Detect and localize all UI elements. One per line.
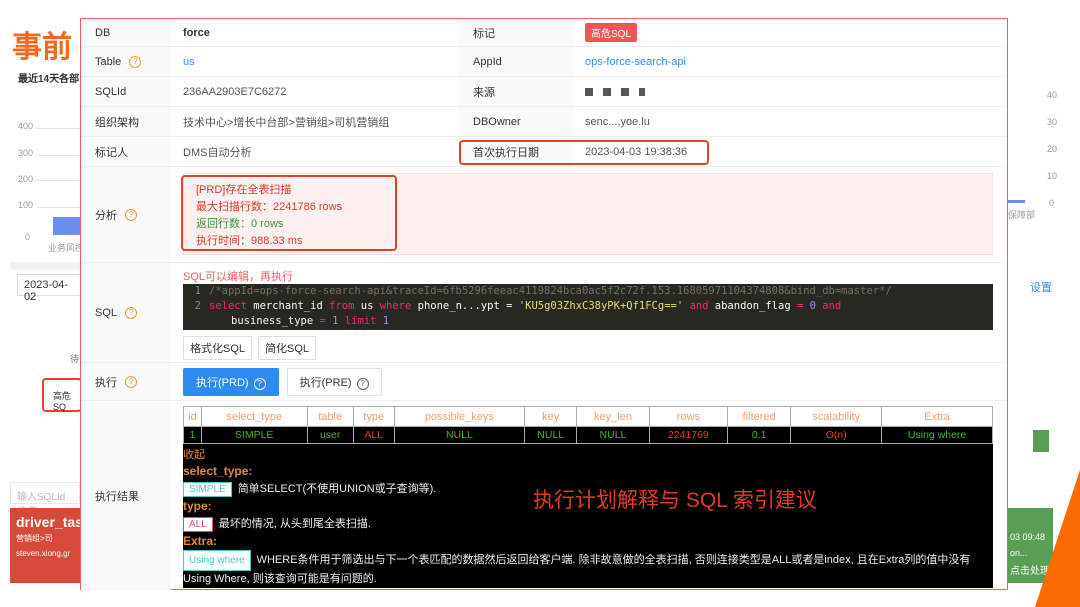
- explain-heading: select_type:: [183, 464, 253, 478]
- card-title: driver_task: [16, 514, 91, 530]
- orange-decoration: [1035, 470, 1080, 607]
- sql-detail-panel: DB force 标记 高危SQL Table? us AppId ops-fo…: [80, 18, 1008, 591]
- mark-label: 标记: [459, 19, 573, 46]
- table-cell: 0.1: [726, 426, 792, 444]
- y-tick: 10: [1047, 171, 1058, 181]
- db-label: DB: [81, 19, 171, 46]
- card-owner: steven.xiong,gr: [16, 549, 71, 558]
- y-tick: 20: [1047, 144, 1058, 154]
- settings-link[interactable]: 设置: [1030, 279, 1052, 295]
- slide-title: 事前: [12, 30, 72, 65]
- help-icon[interactable]: ?: [129, 55, 142, 68]
- explain-desc: 最坏的情况, 从头到尾全表扫描.: [218, 518, 371, 530]
- source-label: 来源: [459, 77, 573, 106]
- column-header: filtered: [726, 406, 792, 427]
- execute-prd-button[interactable]: 执行(PRD) ?: [183, 367, 279, 396]
- analysis-label: 分析: [95, 209, 117, 222]
- table-cell: NULL: [393, 426, 526, 444]
- column-header: table: [306, 406, 354, 427]
- help-icon[interactable]: ?: [125, 375, 137, 388]
- y-tick: 40: [1047, 90, 1058, 100]
- green-button[interactable]: [1033, 430, 1049, 452]
- column-header: id: [183, 406, 202, 427]
- code-line: business_type = 1 limit 1: [231, 315, 390, 327]
- org-value: 技术中心>增长中台部>营销组>司机营销组: [183, 116, 390, 129]
- date-picker[interactable]: 2023-04-02: [17, 274, 87, 303]
- y-tick: 0: [25, 232, 31, 242]
- table-cell: NULL: [524, 426, 578, 444]
- column-header: scalability: [790, 406, 883, 427]
- simple-pill: SIMPLE: [183, 482, 232, 497]
- label: 待: [70, 354, 80, 364]
- appid-label: AppId: [459, 47, 573, 76]
- dbowner-label: DBOwner: [459, 107, 573, 136]
- sqlid-label: SQLId: [81, 77, 171, 106]
- all-pill: ALL: [183, 517, 213, 532]
- high-risk-tag: 高危SQL: [585, 23, 638, 42]
- table-cell: 1: [183, 426, 202, 444]
- highlight-box: [459, 140, 709, 165]
- execute-pre-button[interactable]: 执行(PRE) ?: [286, 367, 382, 396]
- marker-value: DMS自动分析: [183, 146, 252, 159]
- high-risk-tab[interactable]: 高危SQ: [42, 378, 82, 412]
- sql-hint: SQL可以编辑，再执行: [183, 271, 294, 283]
- execute-label: 执行: [95, 376, 117, 389]
- table-cell: O(n): [790, 426, 883, 444]
- code-line: select merchant_id from us where phone_n…: [209, 300, 842, 312]
- format-sql-button[interactable]: 格式化SQL: [183, 336, 253, 360]
- simplify-sql-button[interactable]: 简化SQL: [258, 336, 317, 360]
- column-header: rows: [648, 406, 728, 427]
- help-icon[interactable]: ?: [125, 306, 138, 319]
- explain-desc: WHERE条件用于筛选出与下一个表匹配的数据然后返回给客户端. 除非故意做的全表…: [183, 554, 971, 585]
- dbowner-value: senc...,yoe.lu: [585, 115, 650, 128]
- column-header: select_type: [200, 406, 308, 427]
- sqlid-value: 236AA2903E7C6272: [183, 85, 287, 98]
- y-tick: 300: [18, 148, 34, 158]
- card-org: 营销组>司: [16, 534, 53, 543]
- x-label: 保障部: [1008, 210, 1036, 220]
- column-header: key: [524, 406, 578, 427]
- help-icon[interactable]: ?: [125, 208, 137, 221]
- column-header: type: [352, 406, 395, 427]
- explain-heading: Extra:: [183, 534, 218, 548]
- annotation-text: 执行计划解释与 SQL 索引建议: [533, 489, 817, 512]
- table-cell: SIMPLE: [200, 426, 308, 444]
- sql-label: SQL: [95, 306, 118, 319]
- y-tick: 200: [18, 174, 34, 184]
- result-label: 执行结果: [95, 491, 139, 503]
- sql-editor[interactable]: 1/*appId=ops-force-search-api&traceId=6f…: [183, 284, 993, 330]
- table-label: Table: [95, 55, 122, 68]
- chart-bar: [53, 217, 80, 235]
- chart-title: 最近14天各部: [18, 74, 80, 85]
- y-tick: 100: [18, 200, 34, 210]
- y-tick: 400: [18, 121, 34, 131]
- code-line: /*appId=ops-force-search-api&traceId=6fb…: [209, 285, 892, 297]
- column-header: possible_keys: [393, 406, 526, 427]
- table-cell: user: [306, 426, 354, 444]
- appid-value[interactable]: ops-force-search-api: [573, 47, 686, 76]
- highlight-box: [181, 175, 397, 251]
- column-header: Extra: [881, 406, 993, 427]
- using-where-pill: Using where: [183, 550, 251, 571]
- collapse-link[interactable]: 收起: [183, 444, 993, 464]
- table-cell: NULL: [576, 426, 650, 444]
- org-label: 组织架构: [81, 107, 171, 136]
- table-value[interactable]: us: [171, 47, 459, 76]
- y-tick: 30: [1047, 117, 1058, 127]
- db-value: force: [183, 26, 210, 39]
- sqlid-search-input[interactable]: 输入SQLId搜索: [10, 482, 80, 518]
- explain-table: id select_type table type possible_keys key ke…: [183, 406, 993, 444]
- table-cell: 2241769: [648, 426, 728, 444]
- table-cell: Using where: [881, 426, 993, 444]
- column-header: key_len: [576, 406, 650, 427]
- y-tick: 0: [1049, 198, 1055, 208]
- marker-label: 标记人: [81, 137, 171, 166]
- source-value: [573, 77, 645, 106]
- explain-desc: 简单SELECT(不使用UNION或子查询等).: [237, 483, 437, 495]
- sql-card[interactable]: driver_task 营销组>司 steven.xiong,gr: [10, 508, 91, 583]
- table-cell: ALL: [352, 426, 395, 444]
- x-label: 业务风控: [48, 243, 85, 253]
